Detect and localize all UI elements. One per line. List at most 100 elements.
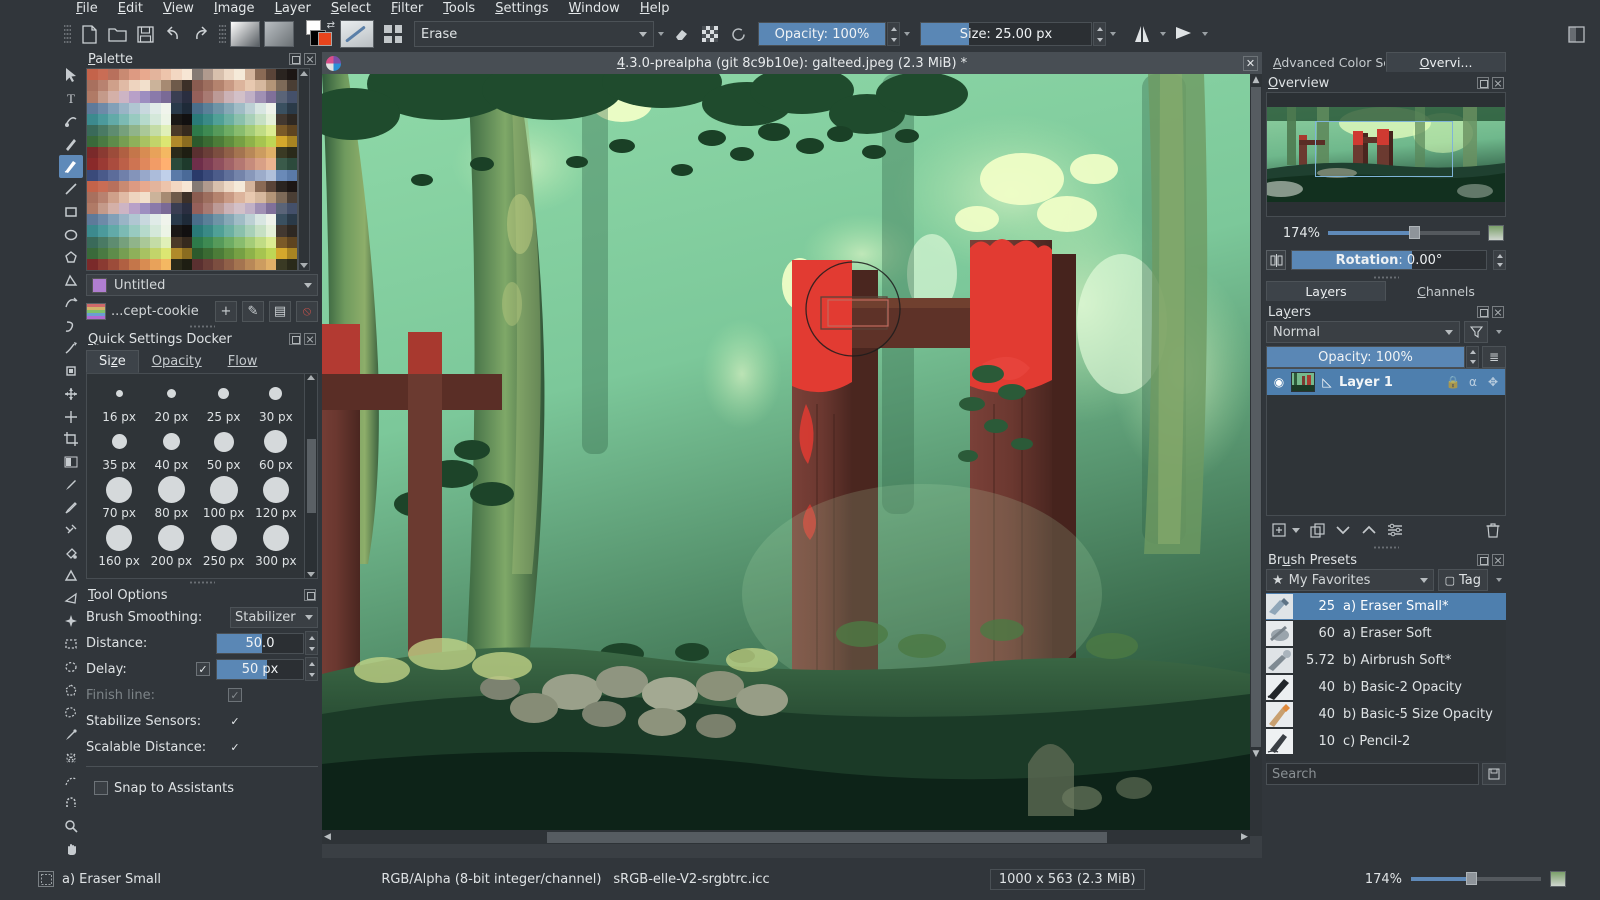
palette-swatch[interactable] bbox=[150, 103, 161, 114]
scalable-distance-checkbox[interactable]: ✓ bbox=[228, 740, 242, 754]
palette-swatch[interactable] bbox=[255, 158, 266, 169]
smart-patch-tool[interactable] bbox=[59, 519, 83, 542]
palette-swatch[interactable] bbox=[266, 214, 277, 225]
add-layer-button[interactable] bbox=[1272, 523, 1286, 537]
palette-swatch[interactable] bbox=[287, 237, 298, 248]
palette-swatch[interactable] bbox=[203, 192, 214, 203]
palette-swatch[interactable] bbox=[213, 214, 224, 225]
palette-swatch[interactable] bbox=[140, 114, 151, 125]
palette-swatch[interactable] bbox=[203, 91, 214, 102]
canvas-image[interactable] bbox=[322, 74, 1250, 836]
palette-swatch[interactable] bbox=[245, 69, 256, 80]
palette-swatch[interactable] bbox=[182, 125, 193, 136]
palette-swatch[interactable] bbox=[255, 103, 266, 114]
palette-swatch[interactable] bbox=[266, 125, 277, 136]
palette-swatch[interactable] bbox=[192, 103, 203, 114]
palette-swatch[interactable] bbox=[161, 192, 172, 203]
palette-swatch[interactable] bbox=[161, 136, 172, 147]
polyline-tool[interactable] bbox=[59, 269, 83, 292]
palette-swatch[interactable] bbox=[266, 158, 277, 169]
palette-swatch[interactable] bbox=[87, 248, 98, 259]
palette-grid[interactable] bbox=[86, 68, 298, 271]
layer-opacity-slider[interactable]: Opacity: 100% bbox=[1266, 346, 1465, 368]
palette-swatch[interactable] bbox=[87, 69, 98, 80]
bezier-curve-tool[interactable] bbox=[59, 292, 83, 315]
list-item[interactable]: 5.72b) Airbrush Soft* bbox=[1266, 647, 1506, 674]
palette-swatch[interactable] bbox=[224, 114, 235, 125]
palette-swatch[interactable] bbox=[182, 225, 193, 236]
palette-swatch[interactable] bbox=[87, 259, 98, 270]
palette-swatch[interactable] bbox=[266, 136, 277, 147]
palette-swatch[interactable] bbox=[119, 125, 130, 136]
palette-swatch[interactable] bbox=[108, 69, 119, 80]
palette-swatch[interactable] bbox=[129, 80, 140, 91]
palette-swatch[interactable] bbox=[161, 103, 172, 114]
palette-swatch[interactable] bbox=[255, 114, 266, 125]
palette-swatch[interactable] bbox=[129, 69, 140, 80]
table-row[interactable]: ◉ ◺ Layer 1 🔒 α ✥ bbox=[1267, 369, 1505, 395]
palette-swatch[interactable] bbox=[287, 103, 298, 114]
palette-swatch[interactable] bbox=[255, 181, 266, 192]
palette-swatch[interactable] bbox=[129, 147, 140, 158]
palette-swatch[interactable] bbox=[182, 192, 193, 203]
palette-swatch[interactable] bbox=[213, 158, 224, 169]
close-docker-icon[interactable] bbox=[1492, 554, 1504, 566]
palette-swatch[interactable] bbox=[119, 80, 130, 91]
edit-shapes-tool[interactable] bbox=[59, 132, 83, 155]
palette-swatch[interactable] bbox=[192, 203, 203, 214]
overview-thumbnail[interactable] bbox=[1266, 92, 1506, 217]
palette-swatch[interactable] bbox=[98, 103, 109, 114]
palette-swatch[interactable] bbox=[161, 114, 172, 125]
docker-splitter-handle-4[interactable] bbox=[1266, 544, 1506, 551]
palette-swatch[interactable] bbox=[245, 91, 256, 102]
redo-icon[interactable] bbox=[187, 21, 215, 47]
palette-swatch[interactable] bbox=[87, 237, 98, 248]
palette-swatch[interactable] bbox=[140, 170, 151, 181]
menu-select[interactable]: Select bbox=[321, 0, 381, 18]
palette-swatch[interactable] bbox=[150, 80, 161, 91]
palette-swatch[interactable] bbox=[182, 136, 193, 147]
palette-swatch[interactable] bbox=[182, 69, 193, 80]
palette-swatch[interactable] bbox=[213, 114, 224, 125]
close-docker-icon[interactable] bbox=[1492, 306, 1504, 318]
canvas-vertical-scrollbar[interactable]: ▲ ▼ bbox=[1250, 74, 1262, 836]
palette-swatch[interactable] bbox=[287, 170, 298, 181]
palette-swatch[interactable] bbox=[255, 91, 266, 102]
palette-swatch[interactable] bbox=[255, 69, 266, 80]
palette-swatch[interactable] bbox=[171, 125, 182, 136]
palette-swatch[interactable] bbox=[203, 259, 214, 270]
layer-onion-icon[interactable]: ✥ bbox=[1485, 374, 1501, 390]
palette-swatch[interactable] bbox=[182, 91, 193, 102]
layer-alpha-inherit-icon[interactable]: ◺ bbox=[1319, 374, 1335, 390]
palette-swatch[interactable] bbox=[213, 170, 224, 181]
palette-swatch[interactable] bbox=[150, 248, 161, 259]
palette-swatch[interactable] bbox=[119, 114, 130, 125]
palette-swatch[interactable] bbox=[234, 69, 245, 80]
brush-preset-preview[interactable] bbox=[340, 20, 374, 48]
palette-swatch[interactable] bbox=[98, 80, 109, 91]
scroll-up-icon[interactable]: ▲ bbox=[1251, 74, 1262, 86]
palette-swatch[interactable] bbox=[255, 170, 266, 181]
palette-swatch[interactable] bbox=[87, 158, 98, 169]
palette-swatch[interactable] bbox=[171, 136, 182, 147]
float-docker-icon[interactable] bbox=[1477, 77, 1489, 89]
save-palette-button[interactable]: ▤ bbox=[269, 301, 291, 322]
palette-swatch[interactable] bbox=[87, 203, 98, 214]
palette-swatch[interactable] bbox=[234, 181, 245, 192]
palette-swatch[interactable] bbox=[276, 91, 287, 102]
ellipse-tool[interactable] bbox=[59, 223, 83, 246]
palette-swatch[interactable] bbox=[119, 192, 130, 203]
float-docker-icon[interactable] bbox=[289, 333, 301, 345]
layer-opacity-spinner[interactable] bbox=[1466, 346, 1479, 368]
brush-size-80px[interactable]: 80 px bbox=[145, 474, 197, 522]
mirror-v-caret-icon[interactable] bbox=[1202, 32, 1208, 36]
brush-size-50px[interactable]: 50 px bbox=[198, 426, 250, 474]
palette-swatch[interactable] bbox=[161, 214, 172, 225]
palette-swatch[interactable] bbox=[150, 225, 161, 236]
similar-color-select-tool[interactable] bbox=[59, 747, 83, 770]
docker-splitter-handle-3[interactable] bbox=[1266, 274, 1506, 281]
float-docker-icon[interactable] bbox=[1477, 554, 1489, 566]
palette-swatch[interactable] bbox=[192, 248, 203, 259]
palette-swatch[interactable] bbox=[203, 158, 214, 169]
delete-layer-button[interactable] bbox=[1486, 523, 1500, 538]
